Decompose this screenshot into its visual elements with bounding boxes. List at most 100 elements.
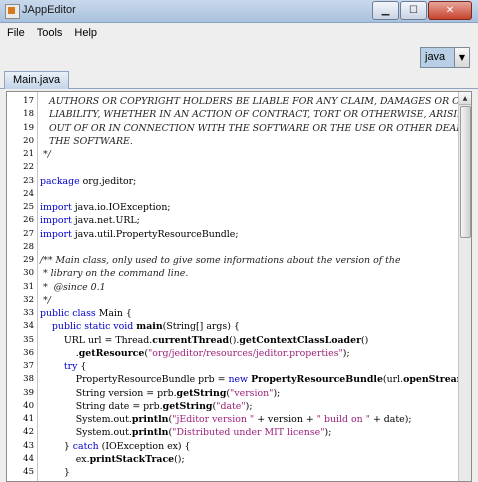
minimize-icon[interactable]: ▁ [372, 1, 399, 20]
scroll-up-icon[interactable]: ▲ [459, 92, 471, 105]
code-token-keyword: new [228, 374, 249, 386]
window-titlebar[interactable]: JAppEditor ▁ ☐ ✕ [0, 0, 478, 23]
code-token-method: currentThread [152, 334, 230, 346]
code-area[interactable]: AUTHORS OR COPYRIGHT HOLDERS BE LIABLE F… [40, 92, 471, 481]
code-line[interactable]: URL url = Thread.currentThread().getCont… [40, 334, 369, 347]
code-token-comment: THE SOFTWARE. [40, 135, 133, 147]
code-token-keyword: public class [40, 308, 96, 319]
code-token-method: println [131, 427, 169, 439]
line-number: 37 [23, 361, 34, 371]
code-line[interactable]: import java.io.IOException; [40, 201, 171, 214]
line-number: 21 [23, 149, 34, 159]
line-number: 18 [23, 109, 34, 120]
code-line[interactable]: PropertyResourceBundle prb = new Propert… [40, 373, 471, 386]
code-line[interactable]: /** Main class, only used to give some i… [40, 254, 401, 267]
code-line[interactable]: System.out.println("jEditor version " + … [40, 413, 412, 426]
line-number: 43 [23, 440, 34, 451]
code-line[interactable]: } [40, 466, 70, 479]
line-number-gutter: 17 18 19 20 21 22 23 24 25 26 27 28 29 30 31 32 33 34 35 36… [7, 92, 38, 481]
language-select-value: java [421, 48, 454, 67]
line-number: 25 [23, 202, 34, 212]
line-number: 31 [23, 281, 34, 292]
code-line[interactable]: package org.jeditor; [40, 175, 136, 188]
code-token-string: "date" [216, 400, 246, 412]
code-token-plain: } [40, 440, 73, 452]
code-token-plain: (); [174, 453, 185, 465]
code-line[interactable]: import java.net.URL; [40, 214, 140, 227]
code-token-method: getResource [78, 347, 145, 359]
menu-file[interactable]: File [2, 27, 30, 39]
code-token-plain: (url. [382, 374, 404, 386]
line-number: 19 [23, 122, 34, 133]
line-number: 44 [23, 453, 34, 464]
code-token-plain: . [40, 347, 79, 359]
language-select[interactable]: java ▼ [420, 47, 470, 68]
vertical-scrollbar[interactable]: ▲ [458, 92, 471, 481]
code-line[interactable]: String date = prb.getString("date"); [40, 400, 253, 413]
code-token-method: PropertyResourceBundle [251, 374, 383, 386]
line-number: 17 [23, 96, 34, 106]
menu-help[interactable]: Help [69, 27, 102, 39]
line-number: 39 [23, 387, 34, 398]
tab-main-java[interactable]: Main.java [4, 71, 70, 89]
code-token-comment: LIABILITY, WHETHER IN AN ACTION OF CONTR… [40, 109, 472, 121]
code-line[interactable]: OUT OF OR IN CONNECTION WITH THE SOFTWAR… [40, 122, 471, 135]
code-token-comment: * library on the command line. [40, 268, 189, 280]
code-line[interactable]: .getResource("org/jeditor/resources/jedi… [40, 347, 350, 360]
code-line[interactable]: THE SOFTWARE. [40, 135, 133, 148]
line-number: 30 [23, 268, 34, 279]
code-token-plain: URL url = Thread. [40, 334, 153, 346]
line-number: 35 [23, 334, 34, 345]
maximize-icon[interactable]: ☐ [400, 1, 427, 20]
code-line[interactable]: public static void main(String[] args) { [40, 320, 240, 333]
code-line[interactable]: } catch (IOException ex) { [40, 440, 191, 453]
code-line[interactable]: System.out.println("Distributed under MI… [40, 426, 332, 439]
line-number: 38 [23, 374, 34, 385]
code-token-plain: ); [324, 427, 332, 439]
line-number: 28 [23, 241, 34, 252]
close-icon[interactable]: ✕ [428, 1, 472, 20]
menu-tools[interactable]: Tools [32, 27, 68, 39]
code-token-keyword: catch [72, 440, 99, 452]
code-line[interactable]: */ [40, 148, 51, 161]
code-token-plain: java.net.URL; [71, 215, 140, 227]
code-token-plain: ); [273, 387, 281, 399]
scrollbar-thumb[interactable] [460, 106, 471, 238]
code-token-method: main [136, 321, 163, 333]
code-line[interactable]: import java.util.PropertyResourceBundle; [40, 228, 239, 241]
code-token-string: "jEditor version " [172, 414, 255, 425]
code-token-plain: ); [342, 347, 350, 359]
code-line[interactable]: try { [40, 360, 87, 373]
app-icon [5, 4, 20, 19]
toolbar: java ▼ [0, 42, 478, 70]
code-token-comment: */ [40, 149, 51, 160]
code-line[interactable]: AUTHORS OR COPYRIGHT HOLDERS BE LIABLE F… [40, 95, 471, 108]
line-number: 24 [23, 188, 34, 199]
code-line[interactable]: public class Main { [40, 307, 132, 320]
code-line[interactable]: LIABILITY, WHETHER IN AN ACTION OF CONTR… [40, 108, 472, 121]
line-number: 23 [23, 175, 34, 186]
code-line[interactable]: String version = prb.getString("version"… [40, 387, 281, 400]
code-editor[interactable]: 17 18 19 20 21 22 23 24 25 26 27 28 29 30 31 32 33 34 35 36… [6, 91, 472, 482]
code-token-method: println [131, 414, 169, 425]
line-number: 22 [23, 162, 34, 173]
code-token-plain: (). [229, 334, 240, 346]
line-number: 20 [23, 135, 34, 146]
code-token-keyword: import [40, 228, 72, 240]
code-token-string: "org/jeditor/resources/jeditor.propertie… [148, 347, 343, 359]
code-line[interactable]: */ [40, 294, 51, 307]
code-token-comment: /** Main class, only used to give some i… [40, 255, 401, 266]
code-token-comment: */ [40, 294, 51, 306]
chevron-down-icon[interactable]: ▼ [454, 48, 469, 67]
code-token-plain: } [40, 467, 70, 478]
code-line[interactable]: * library on the command line. [40, 267, 188, 280]
code-line[interactable]: ex.printStackTrace(); [40, 453, 185, 466]
code-token-plain: { [77, 361, 87, 372]
line-number: 36 [23, 347, 34, 358]
code-token-method: getContextClassLoader [239, 334, 362, 346]
code-token-method: printStackTrace [89, 453, 175, 465]
window-title: JAppEditor [22, 4, 76, 16]
code-token-plain: System.out. [40, 427, 132, 439]
line-number: 33 [23, 308, 34, 318]
code-line[interactable]: * @since 0.1 [40, 281, 106, 294]
